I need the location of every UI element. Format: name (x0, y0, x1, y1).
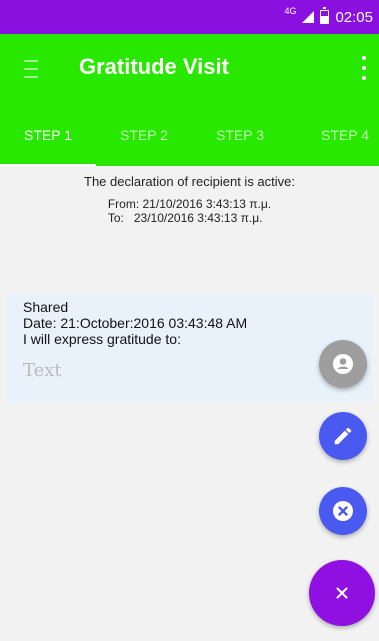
declaration-to: To: 23/10/2016 3:43:13 π.μ. (107, 211, 263, 225)
battery-icon (320, 7, 330, 24)
cancel-circle-icon (333, 501, 353, 521)
tab-step-2[interactable]: STEP 2 (96, 104, 192, 166)
shared-date: Date: 21:October:2016 03:43:48 AM (23, 315, 248, 331)
shared-heading: Shared (23, 299, 69, 315)
clock-time: 02:05 (335, 8, 373, 26)
edit-pencil-icon (334, 427, 352, 445)
network-type-label: 4G (284, 6, 297, 16)
declaration-from: From: 21/10/2016 3:43:13 π.μ. (107, 197, 272, 211)
tab-step-1[interactable]: STEP 1 (0, 104, 96, 166)
menu-icon[interactable] (24, 60, 38, 78)
edit-fab-button[interactable] (319, 412, 367, 460)
tab-step-4[interactable]: STEP 4 (288, 104, 379, 166)
declaration-period: From: 21/10/2016 3:43:13 π.μ. To: 23/10/… (108, 197, 271, 225)
gratitude-prompt: I will express gratitude to: (23, 331, 181, 347)
shared-card: Shared Date: 21:October:2016 03:43:48 AM… (7, 294, 373, 402)
tab-step-3[interactable]: STEP 3 (192, 104, 288, 166)
close-icon (336, 587, 348, 599)
declaration-title: The declaration of recipient is active: (84, 174, 295, 189)
person-icon (333, 354, 353, 374)
more-vertical-icon[interactable] (361, 56, 367, 80)
person-fab-button[interactable] (319, 340, 367, 388)
app-bar: Gratitude Visit (0, 34, 379, 104)
cancel-fab-button[interactable] (319, 487, 367, 535)
gratitude-recipient-input[interactable] (23, 357, 243, 383)
signal-icon (302, 11, 315, 23)
status-bar: 4G 02:05 (0, 0, 379, 34)
app-title: Gratitude Visit (79, 54, 229, 79)
status-icons: 4G 02:05 (284, 0, 373, 34)
declaration-section: The declaration of recipient is active: … (0, 166, 379, 227)
close-fab-button[interactable] (309, 560, 375, 626)
step-tabs: STEP 1 STEP 2 STEP 3 STEP 4 (0, 104, 379, 166)
